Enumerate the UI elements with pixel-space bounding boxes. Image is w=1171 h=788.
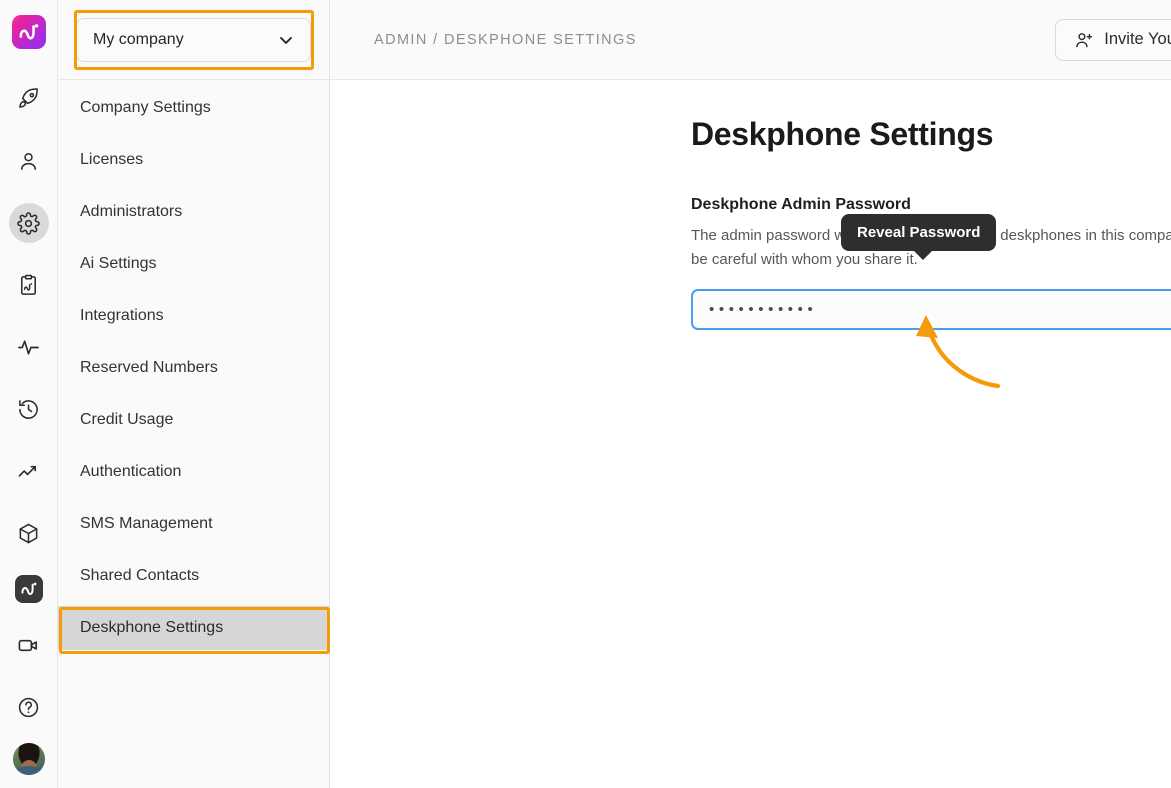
video-camera-icon[interactable]	[9, 625, 49, 665]
breadcrumb: ADMIN / DESKPHONE SETTINGS	[374, 31, 637, 48]
menu-item-label: Authentication	[80, 463, 182, 480]
menu-item-label: Administrators	[80, 203, 183, 220]
password-section-label: Deskphone Admin Password	[691, 196, 911, 213]
password-masked-value: •••••••••••	[709, 301, 818, 318]
content-body: Deskphone Settings Deskphone Admin Passw…	[330, 80, 1171, 330]
top-bar: ADMIN / DESKPHONE SETTINGS Invite Your T…	[330, 0, 1171, 80]
menu-item-label: Integrations	[80, 307, 164, 324]
trending-up-icon[interactable]	[9, 451, 49, 491]
menu-item-label: Reserved Numbers	[80, 359, 218, 376]
settings-sidebar: My company Company Settings Licenses Adm…	[58, 0, 330, 788]
sidebar-item-reserved-numbers[interactable]: Reserved Numbers	[58, 346, 329, 390]
invite-your-team-button[interactable]: Invite Your Team	[1055, 18, 1171, 61]
password-field-wrapper: •••••••••••	[691, 289, 1171, 330]
page-title: Deskphone Settings	[691, 116, 994, 152]
company-selector-row: My company	[58, 0, 329, 80]
menu-item-label: Ai Settings	[80, 255, 157, 272]
sidebar-item-licenses[interactable]: Licenses	[58, 138, 329, 182]
help-circle-icon[interactable]	[9, 687, 49, 727]
app-window: My company Company Settings Licenses Adm…	[0, 0, 1171, 788]
rail-bottom	[0, 743, 58, 788]
menu-item-label: Deskphone Settings	[80, 619, 224, 636]
gear-icon[interactable]	[8, 203, 49, 243]
menu-item-label: SMS Management	[80, 515, 213, 532]
sidebar-item-ai-settings[interactable]: Ai Settings	[58, 242, 329, 286]
sidebar-item-sms-management[interactable]: SMS Management	[58, 502, 329, 546]
box-icon[interactable]	[9, 513, 49, 553]
menu-item-label: Company Settings	[80, 99, 211, 116]
history-clock-icon[interactable]	[9, 389, 49, 429]
avatar[interactable]	[13, 743, 45, 775]
rail-icon-list	[8, 79, 49, 749]
company-selector-label: My company	[93, 30, 184, 48]
menu-item-label: Shared Contacts	[80, 567, 200, 584]
sidebar-item-authentication[interactable]: Authentication	[58, 450, 329, 494]
company-selector[interactable]: My company	[76, 17, 311, 62]
menu-item-label: Licenses	[80, 151, 144, 168]
rocket-icon[interactable]	[9, 79, 49, 119]
sidebar-item-shared-contacts[interactable]: Shared Contacts	[58, 554, 329, 598]
settings-menu: Company Settings Licenses Administrators…	[58, 80, 329, 650]
chevron-down-icon	[276, 30, 296, 50]
person-icon[interactable]	[9, 141, 49, 181]
sidebar-item-integrations[interactable]: Integrations	[58, 294, 329, 338]
sidebar-item-credit-usage[interactable]: Credit Usage	[58, 398, 329, 442]
clipboard-ai-icon[interactable]	[9, 265, 49, 305]
reveal-password-tooltip: Reveal Password	[841, 214, 997, 260]
ai-badge-icon[interactable]	[14, 575, 43, 603]
activity-pulse-icon[interactable]	[9, 327, 49, 367]
menu-item-label: Credit Usage	[80, 411, 174, 428]
person-plus-icon	[1074, 30, 1094, 50]
deskphone-admin-password-input[interactable]: •••••••••••	[691, 289, 1171, 330]
sidebar-item-administrators[interactable]: Administrators	[58, 190, 329, 234]
icon-rail	[0, 0, 58, 788]
invite-your-team-label: Invite Your Team	[1104, 30, 1171, 48]
app-logo[interactable]	[11, 15, 46, 49]
main-area: ADMIN / DESKPHONE SETTINGS Invite Your T…	[330, 0, 1171, 788]
sidebar-item-company-settings[interactable]: Company Settings	[58, 86, 329, 130]
sidebar-item-deskphone-settings[interactable]: Deskphone Settings	[58, 606, 329, 650]
